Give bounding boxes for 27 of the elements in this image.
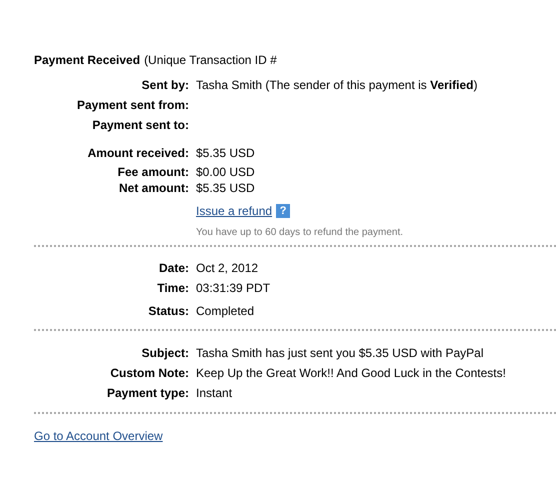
- field-label: Payment sent from:: [76, 97, 189, 114]
- refund-link[interactable]: Issue a refund: [196, 202, 272, 220]
- field-label: Time:: [156, 280, 189, 297]
- field-label: Fee amount:: [116, 164, 189, 181]
- field-label: Date:: [158, 260, 189, 277]
- field-label: Custom Note:: [109, 365, 189, 382]
- field-label: Status:: [147, 303, 189, 320]
- account-overview-link[interactable]: Go to Account Overview: [34, 427, 163, 445]
- field-value: Keep Up the Great Work!! And Good Luck in the Contests!: [196, 365, 506, 382]
- transaction-id-label: (Unique Transaction ID #: [144, 52, 277, 69]
- heading-title: Payment Received: [34, 52, 140, 69]
- field-label: Subject:: [140, 345, 189, 362]
- field-value: $5.35 USD: [196, 145, 255, 162]
- field-label: Sent by:: [140, 77, 189, 94]
- field-value: Tasha Smith (The sender of this payment is Verified): [196, 77, 478, 94]
- field-label: Payment type:: [106, 385, 189, 402]
- field-label: Payment sent to:: [91, 117, 189, 134]
- field-value: Oct 2, 2012: [196, 260, 258, 277]
- field-value: Completed: [196, 303, 254, 320]
- field-value: Tasha Smith has just sent you $5.35 USD with PayPal: [196, 345, 484, 362]
- field-value: $0.00 USD: [196, 164, 255, 181]
- field-value: Instant: [196, 385, 232, 402]
- refund-note: You have up to 60 days to refund the payment.: [196, 226, 404, 239]
- field-label: Net amount:: [118, 180, 189, 197]
- field-label: Amount received:: [86, 145, 189, 162]
- field-value: 03:31:39 PDT: [196, 280, 270, 297]
- field-value: $5.35 USD: [196, 180, 255, 197]
